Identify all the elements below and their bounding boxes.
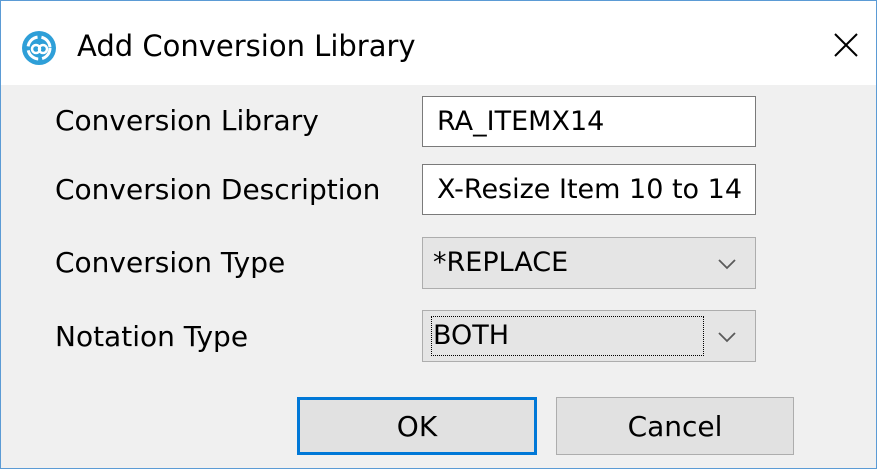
window-title: Add Conversion Library <box>77 29 416 63</box>
conversion-library-input[interactable] <box>422 96 756 147</box>
conversion-type-label: Conversion Type <box>55 246 286 279</box>
notation-type-dropdown[interactable]: BOTH <box>422 310 756 362</box>
title-bar: Add Conversion Library <box>1 1 876 85</box>
cancel-button[interactable]: Cancel <box>556 397 794 455</box>
conversion-type-dropdown[interactable]: *REPLACE <box>422 237 756 289</box>
close-button[interactable] <box>823 25 869 69</box>
chevron-down-icon <box>717 256 737 270</box>
notation-type-value: BOTH <box>433 320 510 351</box>
conversion-library-label: Conversion Library <box>55 104 319 137</box>
app-icon <box>21 30 57 66</box>
ok-button[interactable]: OK <box>297 397 537 455</box>
notation-type-label: Notation Type <box>55 320 249 353</box>
conversion-description-input[interactable] <box>422 164 756 215</box>
close-icon <box>833 32 859 62</box>
conversion-type-value: *REPLACE <box>433 247 569 278</box>
chevron-down-icon <box>717 329 737 343</box>
conversion-description-label: Conversion Description <box>55 173 381 206</box>
add-conversion-library-dialog: Add Conversion Library Conversion Librar… <box>0 0 877 469</box>
